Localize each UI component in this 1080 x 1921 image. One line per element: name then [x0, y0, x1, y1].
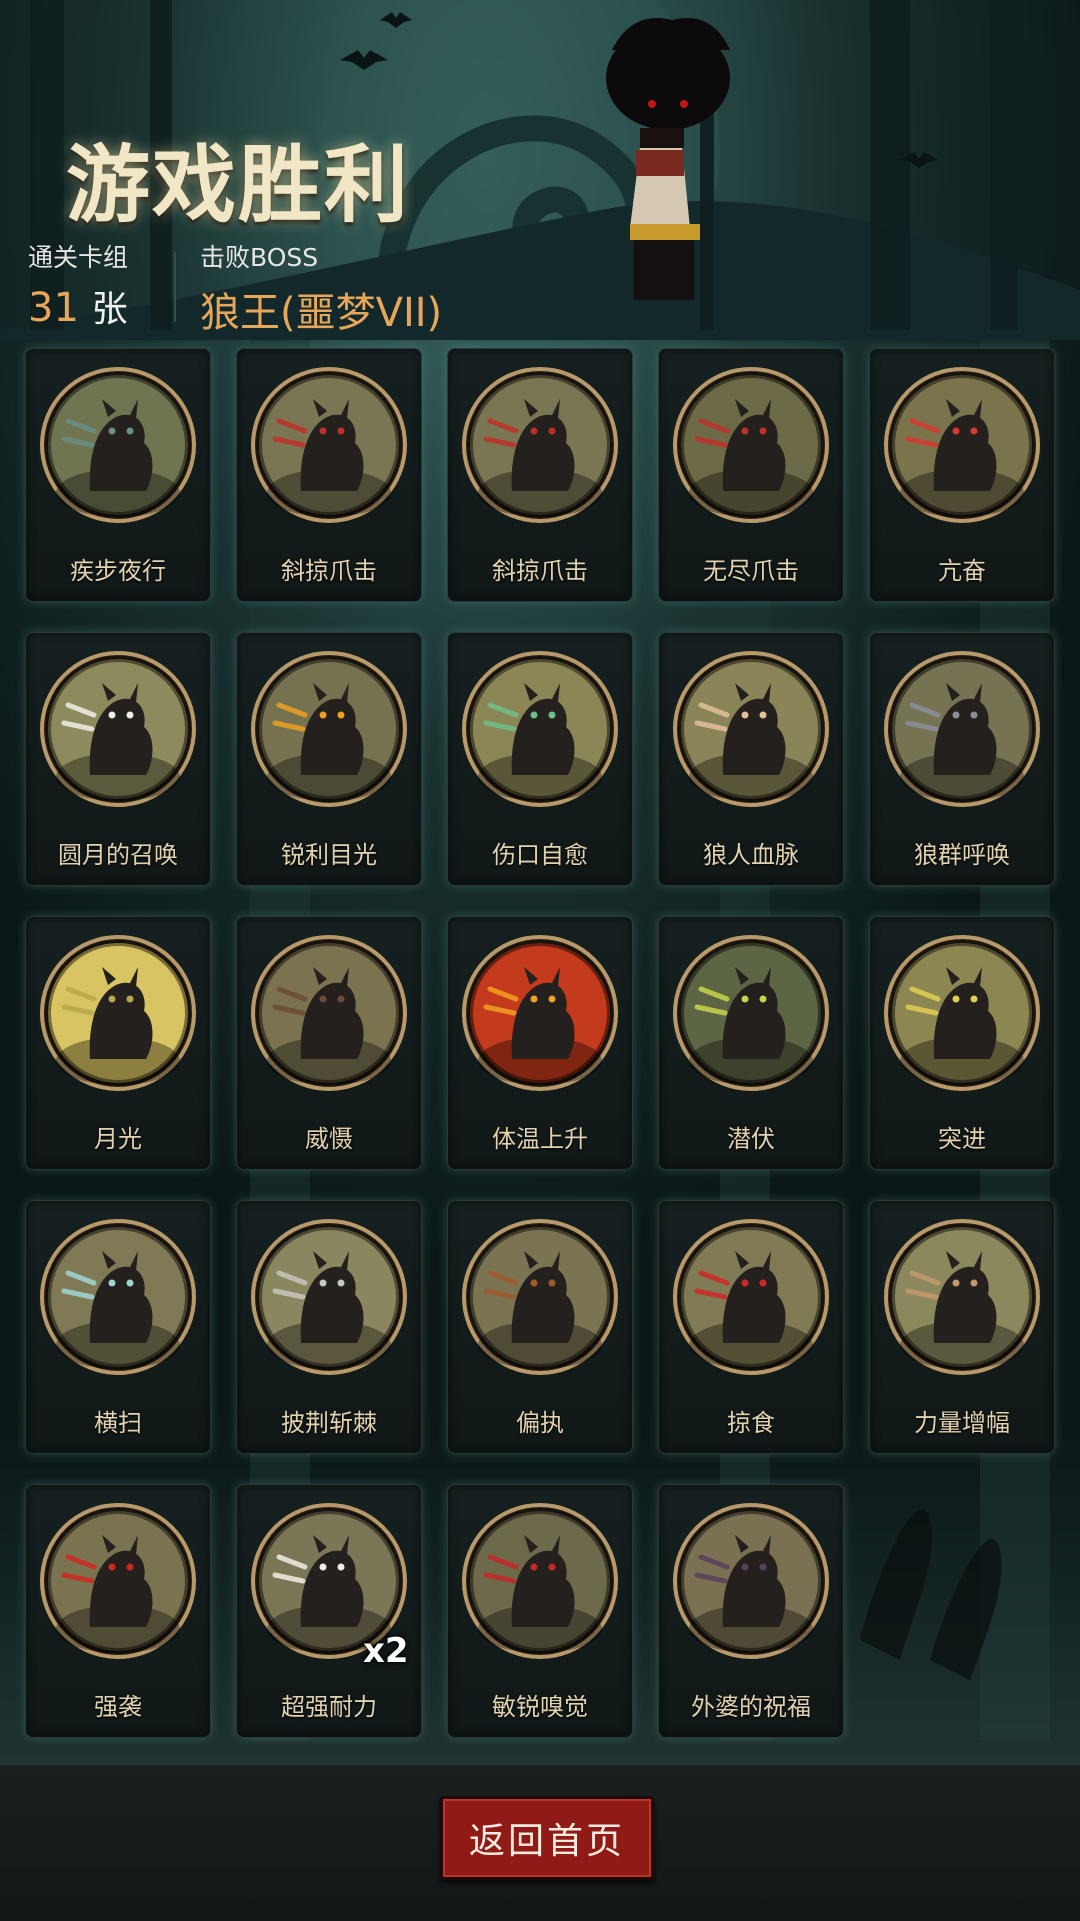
bear-intimidate-icon	[249, 933, 409, 1093]
grandma-reading-icon	[671, 1501, 831, 1661]
deck-card[interactable]: 威慑	[236, 916, 422, 1170]
card-name: 月光	[94, 1125, 142, 1153]
enraged-werewolf-icon	[882, 365, 1042, 525]
card-name: 潜伏	[727, 1125, 775, 1153]
stat-divider	[174, 252, 176, 322]
sweep-werewolf-icon	[38, 1217, 198, 1377]
deck-card[interactable]: 亢奋	[869, 348, 1055, 602]
card-name: 斜掠爪击	[281, 557, 377, 585]
card-name: 斜掠爪击	[492, 557, 588, 585]
running-werewolf-icon	[38, 365, 198, 525]
card-name: 超强耐力	[281, 1693, 377, 1721]
wolf-and-bear-icon	[460, 1217, 620, 1377]
healing-boy-icon	[460, 649, 620, 809]
card-name: 披荆斩棘	[281, 1409, 377, 1437]
deck-card[interactable]: 突进	[869, 916, 1055, 1170]
deck-card[interactable]: 锐利目光	[236, 632, 422, 886]
bloodline-arm-icon	[671, 649, 831, 809]
boss-label: 击败BOSS	[200, 243, 319, 272]
boss-name: 狼王(噩梦VII)	[200, 290, 443, 336]
deck-card[interactable]: 外婆的祝福	[658, 1484, 844, 1738]
deck-card[interactable]: 横扫	[25, 1200, 211, 1454]
deck-card[interactable]: 潜伏	[658, 916, 844, 1170]
deck-label: 通关卡组	[28, 243, 129, 272]
card-name: 横扫	[94, 1409, 142, 1437]
card-name: 体温上升	[492, 1125, 588, 1153]
card-name: 狼群呼唤	[914, 841, 1010, 869]
moonlight-icon	[38, 933, 198, 1093]
card-name: 强袭	[94, 1693, 142, 1721]
card-name: 外婆的祝福	[691, 1693, 811, 1721]
deck-card[interactable]: 狼群呼唤	[869, 632, 1055, 886]
deck-card[interactable]: 强袭	[25, 1484, 211, 1738]
deck-count: 31	[28, 285, 79, 331]
deck-card[interactable]: 月光	[25, 916, 211, 1170]
lurking-werewolf-icon	[671, 933, 831, 1093]
deck-card[interactable]: 斜掠爪击	[236, 348, 422, 602]
deck-card[interactable]: 力量增幅	[869, 1200, 1055, 1454]
card-name: 锐利目光	[281, 841, 377, 869]
deck-card[interactable]: 疾步夜行	[25, 348, 211, 602]
dash-werewolf-icon	[882, 933, 1042, 1093]
deck-card[interactable]: 披荆斩棘	[236, 1200, 422, 1454]
deck-card[interactable]: 掠食	[658, 1200, 844, 1454]
card-name: 敏锐嗅觉	[492, 1693, 588, 1721]
card-name: 突进	[938, 1125, 986, 1153]
deck-card[interactable]: 圆月的召唤	[25, 632, 211, 886]
card-name: 亢奋	[938, 557, 986, 585]
deck-card[interactable]: 敏锐嗅觉	[447, 1484, 633, 1738]
card-name: 偏执	[516, 1409, 564, 1437]
deck-card[interactable]: 斜掠爪击	[447, 348, 633, 602]
card-name: 疾步夜行	[70, 557, 166, 585]
predator-wolf-icon	[671, 1217, 831, 1377]
victory-title: 游戏胜利	[66, 136, 411, 234]
burning-werewolf-icon	[460, 933, 620, 1093]
deck-unit: 张	[91, 289, 128, 330]
deck-card[interactable]: 体温上升	[447, 916, 633, 1170]
wolf-pack-icon	[882, 649, 1042, 809]
axe-thorns-icon	[249, 1217, 409, 1377]
boss-stat: 击败BOSS 狼王(噩梦VII)	[200, 238, 442, 338]
log-lifter-icon	[882, 1217, 1042, 1377]
clawing-werewolf-icon	[460, 365, 620, 525]
card-name: 无尽爪击	[703, 557, 799, 585]
return-home-button[interactable]: 返回首页	[440, 1796, 654, 1880]
card-name: 伤口自愈	[492, 841, 588, 869]
card-name: 圆月的召唤	[58, 841, 178, 869]
deck-card[interactable]: 偏执	[447, 1200, 633, 1454]
glaring-werewolf-icon	[249, 649, 409, 809]
claw-slash-icon	[671, 365, 831, 525]
clawing-werewolf-icon	[249, 365, 409, 525]
card-name: 力量增幅	[914, 1409, 1010, 1437]
card-name: 掠食	[727, 1409, 775, 1437]
sniffing-wolf-icon	[460, 1501, 620, 1661]
card-name: 狼人血脉	[703, 841, 799, 869]
deck-card[interactable]: x2 超强耐力	[236, 1484, 422, 1738]
deck-card[interactable]: 伤口自愈	[447, 632, 633, 886]
deck-count-line: 31 张	[28, 280, 128, 332]
card-name: 威慑	[305, 1125, 353, 1153]
howling-werewolf-icon	[38, 1501, 198, 1661]
full-moon-forest-icon	[38, 649, 198, 809]
deck-card[interactable]: 无尽爪击	[658, 348, 844, 602]
deck-card[interactable]: 狼人血脉	[658, 632, 844, 886]
deck-stat: 通关卡组 31 张	[28, 238, 128, 332]
card-count-badge: x2	[363, 1631, 409, 1671]
